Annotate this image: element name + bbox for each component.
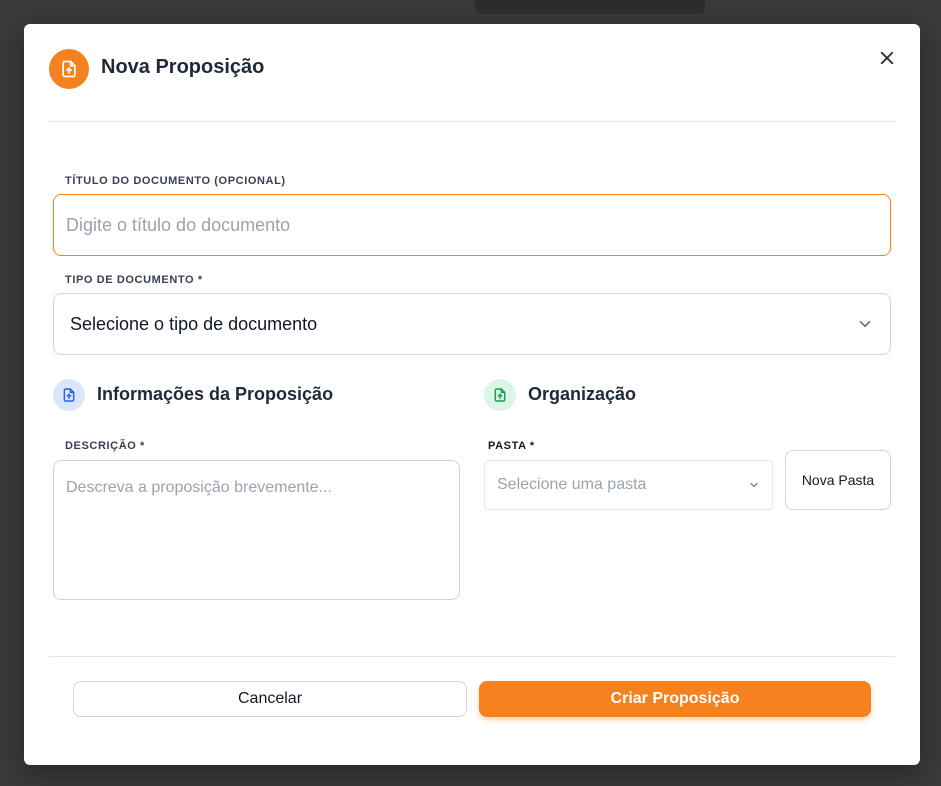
- close-button[interactable]: [873, 44, 901, 72]
- description-textarea[interactable]: [53, 460, 460, 600]
- header-divider: [49, 121, 895, 122]
- chevron-down-icon: [859, 320, 871, 328]
- modal-title: Nova Proposição: [101, 56, 265, 78]
- cancel-button[interactable]: Cancelar: [73, 681, 467, 717]
- background-element: [475, 0, 705, 14]
- create-proposition-button[interactable]: Criar Proposição: [479, 681, 871, 717]
- chevron-down-icon: [750, 482, 758, 488]
- organization-section-title: Organização: [528, 384, 637, 404]
- document-title-label: TÍTULO DO DOCUMENTO (OPCIONAL): [65, 175, 286, 187]
- file-upload-icon: [53, 379, 85, 411]
- folder-select[interactable]: Selecione uma pasta: [484, 460, 773, 510]
- folder-label: PASTA *: [488, 440, 535, 452]
- new-folder-button[interactable]: Nova Pasta: [785, 450, 891, 510]
- close-icon: [880, 51, 894, 65]
- file-upload-icon: [49, 49, 89, 89]
- footer-divider: [49, 656, 895, 657]
- folder-select-value: Selecione uma pasta: [497, 476, 647, 493]
- file-upload-icon: [484, 379, 516, 411]
- document-title-input[interactable]: [53, 194, 891, 256]
- new-proposition-modal: Nova Proposição TÍTULO DO DOCUMENTO (OPC…: [24, 24, 920, 765]
- document-type-select[interactable]: Selecione o tipo de documento: [53, 293, 891, 355]
- info-section-title: Informações da Proposição: [97, 384, 334, 404]
- description-label: DESCRIÇÃO *: [65, 440, 145, 452]
- document-type-label: TIPO DE DOCUMENTO *: [65, 274, 203, 286]
- document-type-value: Selecione o tipo de documento: [70, 313, 318, 334]
